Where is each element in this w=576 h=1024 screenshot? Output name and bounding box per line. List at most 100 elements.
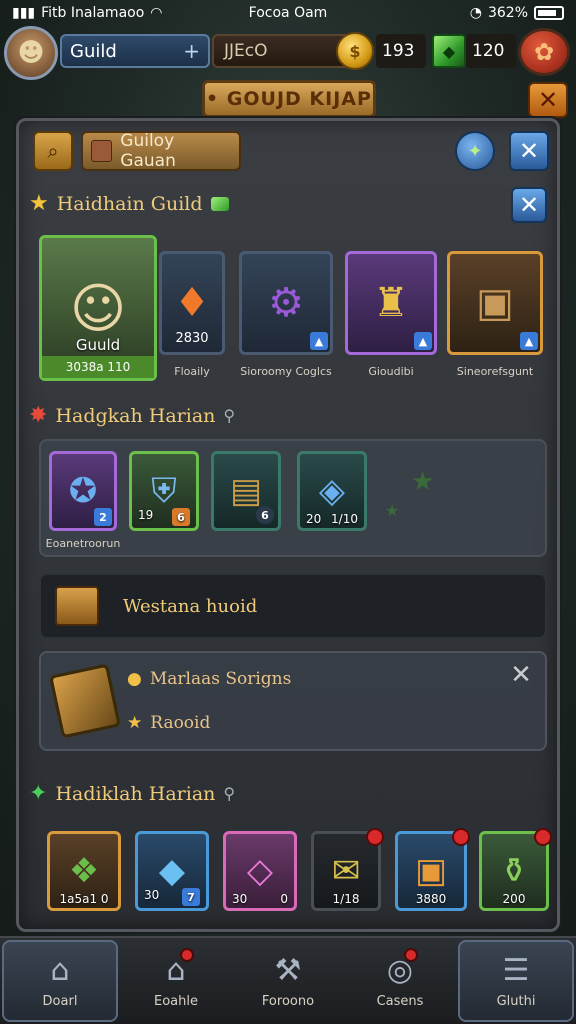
section-close-button[interactable]: ✕ xyxy=(511,187,547,223)
daily-item-4[interactable]: ◈ 20 1/10 xyxy=(297,451,367,531)
card-flame-caption: Floaily xyxy=(174,365,210,378)
star-icon: ✸ xyxy=(29,403,48,428)
star-decoration-icon: ★ xyxy=(411,467,435,497)
notification-dot xyxy=(534,828,552,846)
card-chest[interactable]: ▣ ▲ xyxy=(447,251,543,355)
card-chest-caption: Sineorefsgunt xyxy=(456,365,534,378)
home-icon: ⌂ xyxy=(50,953,70,988)
card-golden[interactable]: ♜ ▲ xyxy=(345,251,437,355)
gem-icon: ◆ xyxy=(432,34,466,68)
star-icon: ✦ xyxy=(29,781,48,806)
search-text: JJEcO xyxy=(224,41,268,61)
daily-item-3[interactable]: ▤ 6 xyxy=(211,451,281,531)
hero-stat: 3038a 110 xyxy=(42,356,154,378)
clock: Focoa Oam xyxy=(248,5,328,21)
search-field[interactable]: JJEcO xyxy=(212,34,352,68)
notification-dot xyxy=(366,828,384,846)
info-close-button[interactable]: ✕ xyxy=(507,660,535,690)
count-badge: 7 xyxy=(182,888,200,906)
guild-emblem-icon xyxy=(91,140,113,162)
guild-label: Guild xyxy=(70,40,117,62)
battery-icon xyxy=(534,6,564,20)
item-potion-value: 200 xyxy=(502,892,526,906)
daily-item-4-count: 20 xyxy=(306,512,322,526)
location-pin-icon: ⚲ xyxy=(223,406,236,425)
shield-icon: ⛨ xyxy=(151,471,177,511)
item-pink-crystal-count: 0 xyxy=(280,892,288,906)
nav-house[interactable]: ⌂ Eoahle xyxy=(120,938,232,1024)
star-icon: ★ xyxy=(127,713,143,733)
nav-forge[interactable]: ⚒ Foroono xyxy=(232,938,344,1024)
item-treasure-value: 3880 xyxy=(415,892,447,906)
forge-icon: ⚒ xyxy=(274,953,302,988)
notification-dot xyxy=(452,828,470,846)
nav-castle[interactable]: ◎ Casens xyxy=(344,938,456,1024)
nav-castle-label: Casens xyxy=(376,994,424,1009)
settings-gear-button[interactable]: ✿ xyxy=(518,28,570,76)
panel-close-button[interactable]: ✕ xyxy=(509,131,549,171)
count-badge: 6 xyxy=(256,506,274,524)
daily-item-1[interactable]: ✪ 2 xyxy=(49,451,117,531)
section-guild-title: Haidhain Guild xyxy=(56,192,203,215)
nav-menu[interactable]: ☰ Gluthi xyxy=(458,940,574,1022)
count-badge: 2 xyxy=(94,508,112,526)
hero-name: Guuld xyxy=(75,336,121,354)
info-box: ● Marlaas Sorigns ★ Raooid ✕ xyxy=(39,651,547,751)
daily-item-2-count: 19 xyxy=(138,508,154,522)
scroll-icon: ✉ xyxy=(331,851,361,891)
chest-icon xyxy=(55,586,99,626)
item-scroll[interactable]: ✉ 1/18 xyxy=(311,828,384,911)
star-decoration-icon: ★ xyxy=(385,501,400,520)
treasure-chest-icon: ▣ xyxy=(414,851,448,891)
upgrade-arrow-icon: ▲ xyxy=(414,332,432,350)
plus-icon[interactable]: + xyxy=(183,39,200,63)
item-golden-frame-value: 1a5a1 0 xyxy=(59,892,109,906)
item-treasure[interactable]: ▣ 3880 xyxy=(395,828,470,911)
daily-item-2[interactable]: ⛨ 19 6 xyxy=(129,451,199,531)
reward-row-label: Westana huoid xyxy=(123,595,258,617)
guild-pill[interactable]: Guild + xyxy=(60,34,210,68)
menu-icon: ☰ xyxy=(502,953,530,988)
nav-home[interactable]: ⌂ Doarl xyxy=(2,940,118,1022)
potion-icon: ⚱ xyxy=(499,851,529,891)
card-siege[interactable]: ⚙ ▲ xyxy=(239,251,333,355)
item-blue-gem-value: 30 xyxy=(144,888,160,902)
player-avatar[interactable]: ☻ xyxy=(4,26,58,80)
map-button[interactable]: ✦ xyxy=(455,131,495,171)
shield-item-icon xyxy=(49,663,121,739)
section-daily-2-title: Hadiklah Harian xyxy=(55,782,216,805)
card-siege-caption: Sioroomy Coglcs xyxy=(240,365,332,378)
pink-crystal-icon: ◇ xyxy=(246,851,274,891)
nav-forge-label: Foroono xyxy=(261,994,315,1009)
search-button[interactable]: ⌕ xyxy=(33,131,73,171)
info-line-2: Raooid xyxy=(150,713,211,733)
item-golden-frame[interactable]: ❖ 1a5a1 0 xyxy=(47,831,121,911)
guild-panel: ⌕ Guiloy Gauan ✦ ✕ ★ Haidhain Guild ✕ ☺ … xyxy=(16,118,560,932)
card-flame-value: 2830 xyxy=(175,331,209,346)
chest-icon: ▤ xyxy=(229,471,263,511)
daily-item-1-caption: Eoanetroorun xyxy=(45,537,121,550)
daily-item-4-progress: 1/10 xyxy=(331,512,358,526)
card-golden-caption: Gioudibi xyxy=(368,365,414,378)
hero-card[interactable]: ☺ Guuld 3038a 110 xyxy=(39,235,157,381)
item-blue-gem[interactable]: ◆ 30 7 xyxy=(135,831,209,911)
guild-name-button[interactable]: Guiloy Gauan xyxy=(81,131,241,171)
section-guild: ★ Haidhain Guild ✕ xyxy=(29,187,549,223)
panel-header: ⌕ Guiloy Gauan ✦ ✕ xyxy=(33,131,549,171)
location-pin-icon: ⚲ xyxy=(223,784,236,803)
daily-strip: ✪ 2 Eoanetroorun ⛨ 19 6 ▤ 6 ◈ 20 1/10 ★ … xyxy=(39,439,547,557)
cannon-icon: ⚙ xyxy=(268,280,304,326)
coin-icon: $ xyxy=(336,32,374,70)
item-scroll-value: 1/18 xyxy=(332,892,360,906)
item-pink-crystal[interactable]: ◇ 30 0 xyxy=(223,831,297,911)
item-potion[interactable]: ⚱ 200 xyxy=(479,828,552,911)
flame-crystal-icon: ♦ xyxy=(174,280,210,326)
nav-house-label: Eoahle xyxy=(154,994,198,1009)
section-daily: ✸ Hadgkah Harian ⚲ xyxy=(29,403,549,428)
card-flame[interactable]: ♦ 2830 xyxy=(159,251,225,355)
banner-close-button[interactable]: ✕ xyxy=(528,82,568,118)
reward-row[interactable]: Westana huoid xyxy=(39,573,547,639)
coin-icon: ● xyxy=(127,669,142,689)
blue-gem-icon: ◆ xyxy=(158,851,186,891)
gem-icon xyxy=(210,196,229,211)
